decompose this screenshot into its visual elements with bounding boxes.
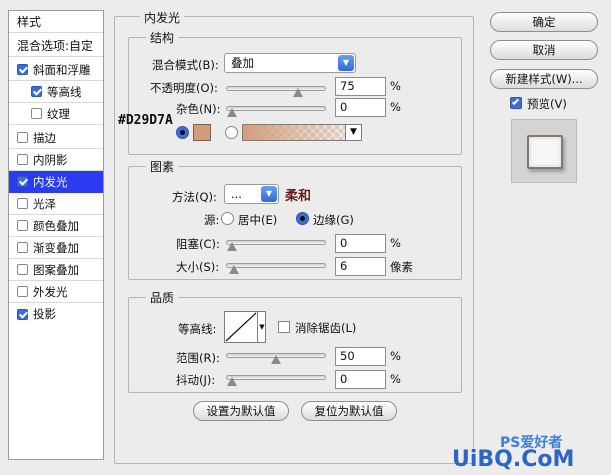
sidebar-item-gradient-overlay[interactable]: 渐变叠加 — [9, 237, 103, 259]
structure-title: 结构 — [146, 29, 179, 46]
source-label: 源: — [204, 213, 220, 227]
checkbox-icon[interactable] — [17, 308, 28, 320]
quality-title: 品质 — [146, 289, 179, 306]
range-label: 范围(R): — [176, 351, 220, 365]
antialias-checkbox[interactable] — [278, 321, 290, 333]
noise-label: 杂色(N): — [176, 102, 221, 116]
sidebar-item-color-overlay[interactable]: 颜色叠加 — [9, 215, 103, 237]
jitter-slider[interactable] — [226, 375, 326, 386]
style-list: 样式 混合选项:自定 斜面和浮雕 等高线 纹理 描边 内阴影 内发光 光泽 颜色… — [8, 10, 104, 460]
source-edge-radio[interactable] — [296, 212, 309, 225]
size-slider[interactable] — [226, 263, 326, 274]
checkbox-icon[interactable] — [17, 132, 28, 143]
style-list-header: 样式 — [9, 11, 103, 33]
preview-label: 预览(V) — [527, 97, 567, 111]
sidebar-item-pattern-overlay[interactable]: 图案叠加 — [9, 259, 103, 281]
checkbox-icon[interactable] — [17, 286, 28, 297]
checkbox-icon[interactable] — [17, 220, 28, 231]
checkbox-icon[interactable] — [17, 198, 28, 209]
size-slider-thumb[interactable] — [229, 265, 239, 274]
antialias-label: 消除锯齿(L) — [295, 321, 357, 335]
opacity-slider-thumb[interactable] — [293, 88, 303, 97]
reset-default-button[interactable]: 复位为默认值 — [301, 401, 397, 421]
checkbox-icon[interactable] — [17, 154, 28, 165]
gradient-picker[interactable]: ▼ — [242, 124, 362, 141]
jitter-slider-thumb[interactable] — [227, 377, 237, 386]
source-edge-label: 边缘(G) — [313, 213, 354, 227]
checkbox-icon[interactable] — [17, 242, 28, 253]
sidebar-item-inner-glow[interactable]: 内发光 — [9, 171, 103, 193]
method-select[interactable]: ... ▼ — [224, 184, 279, 204]
method-label: 方法(Q): — [172, 190, 217, 204]
contour-picker[interactable]: ▼ — [224, 311, 266, 343]
sidebar-item-inner-shadow[interactable]: 内阴影 — [9, 149, 103, 171]
set-default-button[interactable]: 设置为默认值 — [193, 401, 289, 421]
chevron-down-icon: ▼ — [338, 55, 354, 71]
contour-label: 等高线: — [178, 322, 217, 336]
range-input[interactable]: 50 — [335, 347, 386, 366]
blend-mode-label: 混合模式(B): — [152, 58, 219, 72]
choke-slider-thumb[interactable] — [227, 242, 237, 251]
sidebar-item-contour[interactable]: 等高线 — [9, 81, 103, 103]
opacity-percent: % — [390, 79, 401, 93]
sidebar-item-outer-glow[interactable]: 外发光 — [9, 281, 103, 303]
checkbox-icon[interactable] — [31, 108, 42, 119]
noise-percent: % — [390, 100, 401, 114]
noise-slider[interactable] — [226, 106, 326, 117]
jitter-input[interactable]: 0 — [335, 370, 386, 389]
watermark-bottom: UiBQ.CoM — [452, 447, 575, 472]
choke-slider[interactable] — [226, 240, 326, 251]
glow-color-swatch[interactable] — [193, 124, 211, 141]
choke-percent: % — [390, 236, 401, 250]
sidebar-item-bevel-emboss[interactable]: 斜面和浮雕 — [9, 59, 103, 81]
checkbox-icon[interactable] — [17, 264, 28, 275]
ok-button[interactable]: 确定 — [490, 12, 598, 32]
range-percent: % — [390, 349, 401, 363]
size-input[interactable]: 6 — [335, 257, 386, 276]
checkbox-icon[interactable] — [31, 86, 42, 97]
checkbox-icon[interactable] — [17, 176, 28, 187]
new-style-button[interactable]: 新建样式(W)... — [490, 69, 598, 89]
opacity-input[interactable]: 75 — [335, 77, 386, 96]
range-slider-thumb[interactable] — [271, 355, 281, 364]
source-center-label: 居中(E) — [238, 213, 278, 227]
noise-slider-thumb[interactable] — [227, 108, 237, 117]
preview-swatch — [527, 135, 563, 169]
chevron-down-icon[interactable]: ▼ — [257, 312, 266, 342]
color-radio[interactable] — [176, 126, 189, 139]
sidebar-item-drop-shadow[interactable]: 投影 — [9, 303, 103, 325]
opacity-label: 不透明度(O): — [150, 81, 218, 95]
size-label: 大小(S): — [176, 260, 220, 274]
checkmark-icon — [511, 97, 520, 106]
chevron-down-icon: ▼ — [261, 186, 277, 202]
chevron-down-icon[interactable]: ▼ — [345, 125, 361, 140]
method-annotation: 柔和 — [285, 189, 312, 204]
choke-input[interactable]: 0 — [335, 234, 386, 253]
blend-mode-select[interactable]: 叠加 ▼ — [224, 53, 356, 73]
range-slider[interactable] — [226, 353, 326, 364]
sidebar-item-satin[interactable]: 光泽 — [9, 193, 103, 215]
opacity-slider[interactable] — [226, 86, 326, 97]
linear-contour-icon — [225, 312, 257, 342]
noise-input[interactable]: 0 — [335, 98, 386, 117]
style-preview — [511, 119, 577, 183]
elements-title: 图素 — [146, 158, 179, 175]
color-hex-annotation: #D29D7A — [118, 113, 173, 128]
source-center-radio[interactable] — [221, 212, 234, 225]
preview-checkbox[interactable] — [510, 97, 522, 109]
jitter-label: 抖动(J): — [176, 373, 216, 387]
blend-options-item[interactable]: 混合选项:自定 — [9, 35, 103, 57]
checkbox-icon[interactable] — [17, 64, 28, 75]
choke-label: 阻塞(C): — [176, 237, 220, 251]
sidebar-item-texture[interactable]: 纹理 — [9, 103, 103, 125]
gradient-radio[interactable] — [225, 126, 238, 139]
size-unit: 像素 — [390, 260, 413, 274]
panel-title: 内发光 — [140, 9, 185, 26]
sidebar-item-stroke[interactable]: 描边 — [9, 127, 103, 149]
jitter-percent: % — [390, 372, 401, 386]
cancel-button[interactable]: 取消 — [490, 40, 598, 60]
